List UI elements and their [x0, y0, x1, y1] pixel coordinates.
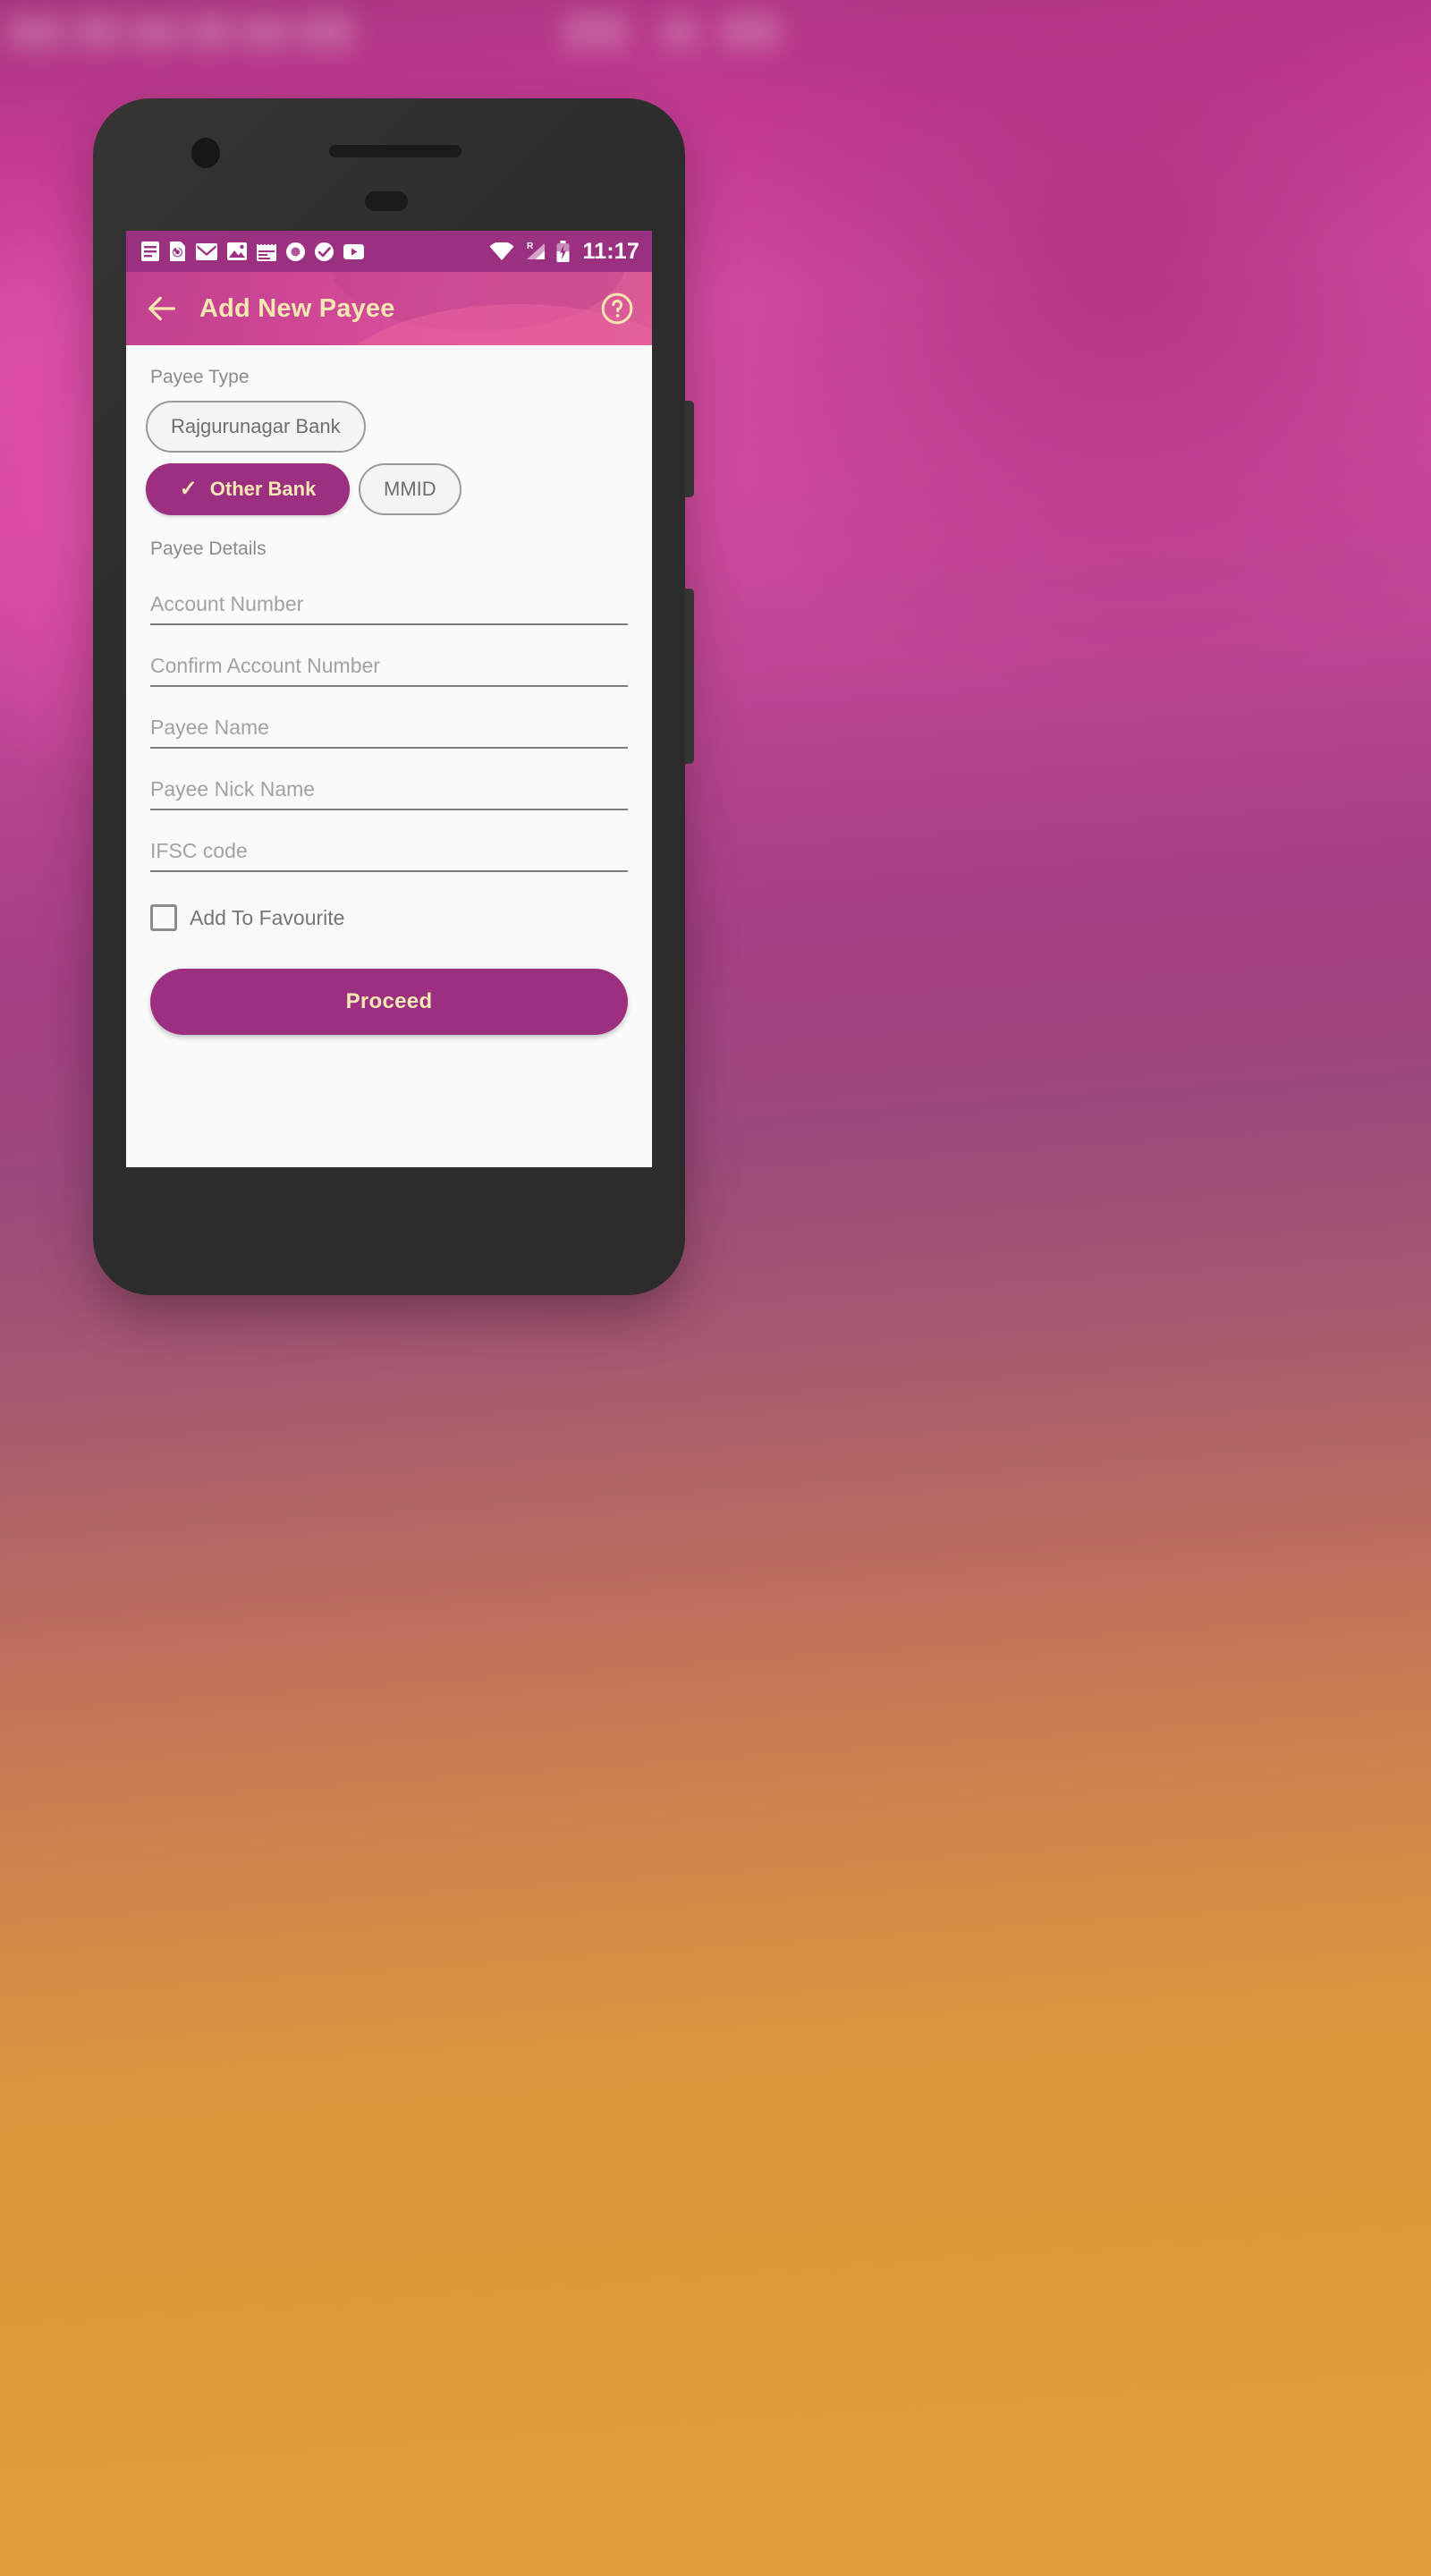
- status-bar-clock: 11:17: [582, 238, 639, 264]
- app-bar: Add New Payee: [126, 272, 652, 345]
- payee-details-label: Payee Details: [150, 538, 267, 559]
- phone-screen: R 11:17 Add New Payee Payee Type Rajguru…: [126, 231, 652, 1167]
- photos-icon: [227, 242, 247, 260]
- help-circle-icon[interactable]: [600, 292, 634, 326]
- front-camera-icon: [191, 138, 220, 168]
- payee-name-field[interactable]: Payee Name: [150, 687, 628, 749]
- proceed-button[interactable]: Proceed: [150, 969, 628, 1035]
- payee-name-placeholder: Payee Name: [150, 716, 269, 739]
- notification-icons-group: [140, 241, 365, 262]
- battery-charging-icon: [556, 240, 570, 262]
- check-circle-icon: [315, 242, 334, 261]
- payee-nick-name-placeholder: Payee Nick Name: [150, 777, 316, 801]
- chip-label: Rajgurunagar Bank: [171, 415, 341, 437]
- account-number-placeholder: Account Number: [150, 592, 304, 615]
- wifi-icon: [489, 242, 514, 260]
- chip-label: Other Bank: [209, 478, 317, 500]
- svg-text:R: R: [527, 242, 534, 251]
- ifsc-code-field[interactable]: IFSC code: [150, 810, 628, 872]
- confirm-account-number-placeholder: Confirm Account Number: [150, 654, 380, 677]
- phone-device-frame: R 11:17 Add New Payee Payee Type Rajguru…: [93, 98, 694, 1295]
- drive-sync-icon: [170, 242, 185, 261]
- system-icons-group: R 11:17: [489, 239, 639, 265]
- payee-type-chip-row-1: Rajgurunagar Bank: [146, 401, 632, 453]
- document-list-icon: [141, 242, 159, 261]
- check-icon: ✓: [179, 477, 198, 501]
- ifsc-code-placeholder: IFSC code: [150, 839, 248, 862]
- payee-type-label: Payee Type: [150, 367, 250, 387]
- page-title: Add New Payee: [199, 293, 395, 323]
- account-number-field[interactable]: Account Number: [150, 564, 628, 625]
- blurred-status-overlay: [0, 0, 1431, 77]
- volume-button[interactable]: [685, 589, 694, 764]
- calendar-icon: [257, 241, 276, 261]
- add-to-favourite-label: Add To Favourite: [190, 905, 345, 929]
- payee-type-chip-other-bank[interactable]: ✓ Other Bank: [146, 463, 350, 515]
- primary-action-wrap: Proceed: [150, 969, 628, 1035]
- payee-nick-name-field[interactable]: Payee Nick Name: [150, 749, 628, 810]
- youtube-icon: [343, 243, 364, 259]
- payee-type-chip-rajgurunagar-bank[interactable]: Rajgurunagar Bank: [146, 401, 366, 453]
- add-to-favourite-checkbox[interactable]: [150, 904, 177, 931]
- chip-label: MMID: [384, 478, 436, 500]
- confirm-account-number-field[interactable]: Confirm Account Number: [150, 625, 628, 687]
- payee-type-chip-mmid[interactable]: MMID: [359, 463, 461, 515]
- form-content: Payee Type Rajgurunagar Bank ✓ Other Ban…: [126, 345, 652, 1167]
- record-circle-icon: [286, 242, 305, 261]
- proximity-sensor-icon: [365, 191, 408, 211]
- status-bar: R 11:17: [126, 231, 652, 272]
- payee-type-chip-row-2: ✓ Other Bank MMID: [146, 463, 632, 515]
- earpiece-speaker-icon: [329, 145, 461, 157]
- cellular-signal-roaming-icon: R: [527, 242, 546, 259]
- power-button[interactable]: [685, 401, 694, 497]
- add-to-favourite-row[interactable]: Add To Favourite: [150, 904, 632, 931]
- back-arrow-icon[interactable]: [144, 291, 180, 326]
- gmail-icon: [196, 242, 217, 260]
